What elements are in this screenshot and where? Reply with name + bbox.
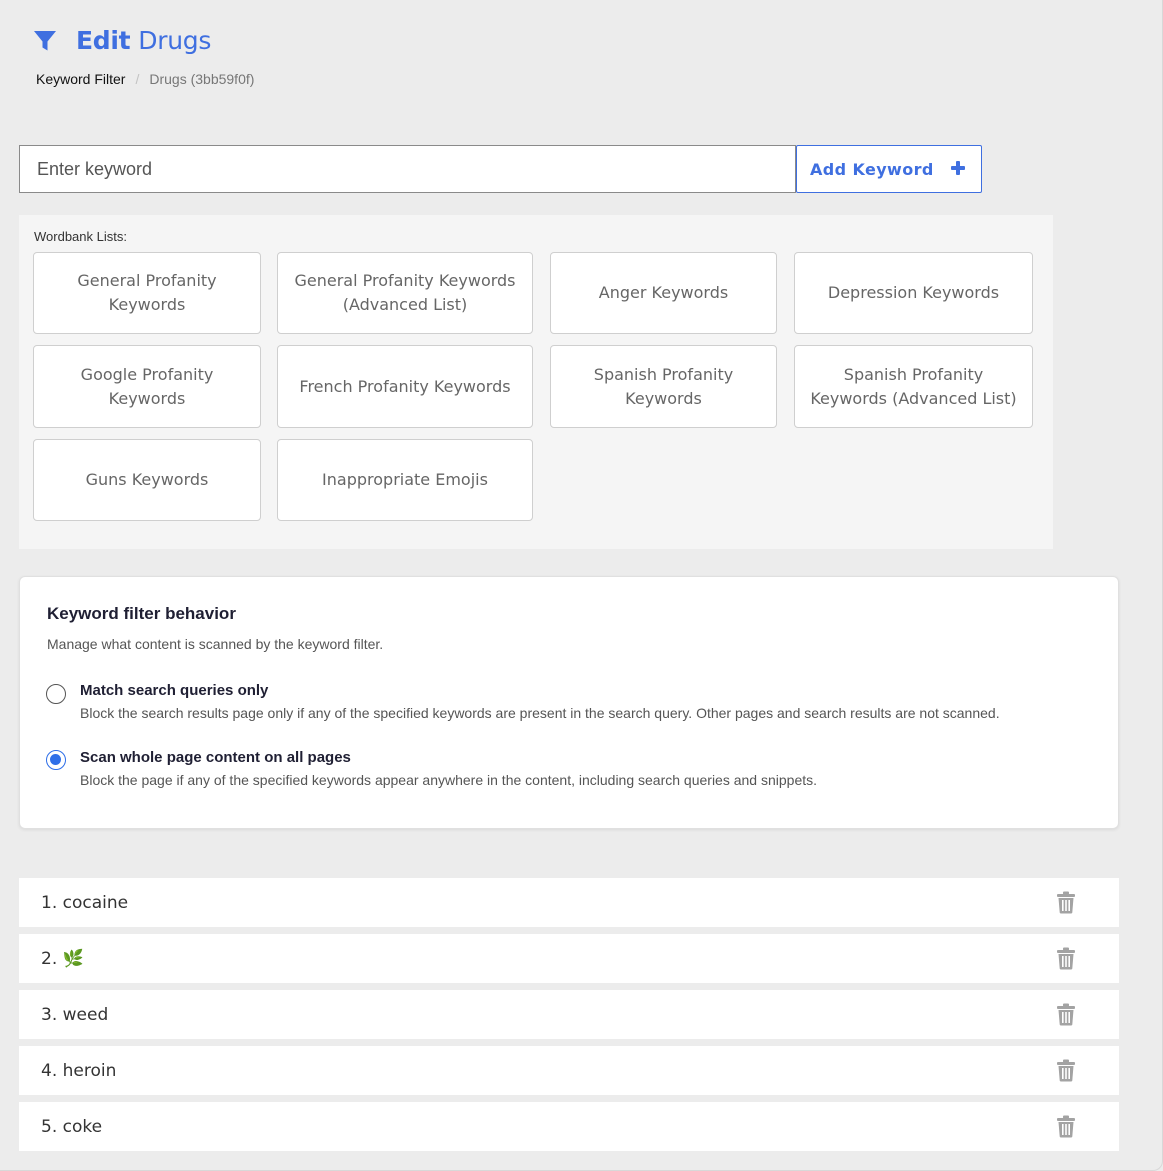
wordbank-item-label: General Profanity Keywords (Advanced Lis… xyxy=(294,271,516,314)
wordbank-depression[interactable]: Depression Keywords xyxy=(794,252,1033,334)
option-match-search-description: Block the search results page only if an… xyxy=(80,705,1000,721)
option-scan-whole-page-title[interactable]: Scan whole page content on all pages xyxy=(80,749,351,766)
page-title: Edit Drugs xyxy=(76,26,211,55)
keyword-row: 3. weed xyxy=(19,990,1119,1039)
page-title-edit: Edit xyxy=(76,26,131,55)
filter-behavior-card: Keyword filter behavior Manage what cont… xyxy=(19,576,1119,829)
trash-icon[interactable] xyxy=(1056,947,1076,970)
keyword-row: 1. cocaine xyxy=(19,878,1119,927)
page-header: Edit Drugs xyxy=(32,26,211,55)
wordbank-anger[interactable]: Anger Keywords xyxy=(550,252,777,334)
add-keyword-button[interactable]: Add Keyword xyxy=(796,145,982,193)
wordbank-inappropriate-emojis[interactable]: Inappropriate Emojis xyxy=(277,439,533,521)
breadcrumb-current: Drugs (3bb59f0f) xyxy=(149,71,255,87)
option-match-search-title[interactable]: Match search queries only xyxy=(80,682,268,699)
keyword-input[interactable] xyxy=(19,145,796,193)
radio-match-search-queries[interactable] xyxy=(46,684,66,704)
wordbank-french-profanity[interactable]: French Profanity Keywords xyxy=(277,345,533,428)
radio-scan-whole-page[interactable] xyxy=(46,750,66,770)
wordbank-item-label: French Profanity Keywords xyxy=(299,376,511,396)
keyword-text: 2. 🌿 xyxy=(41,948,84,969)
wordbank-spanish-profanity[interactable]: Spanish Profanity Keywords xyxy=(550,345,777,428)
filter-icon xyxy=(32,27,60,55)
wordbank-item-label: Depression Keywords xyxy=(827,283,1000,302)
wordbank-item-label: Google Profanity Keywords xyxy=(80,364,214,408)
wordbank-item-label: Anger Keywords xyxy=(598,283,729,302)
wordbank-item-label: Guns Keywords xyxy=(85,470,209,489)
add-keyword-label: Add Keyword xyxy=(810,159,934,179)
wordbank-general-profanity-advanced[interactable]: General Profanity Keywords (Advanced Lis… xyxy=(277,252,533,334)
wordbank-spanish-profanity-advanced[interactable]: Spanish Profanity Keywords (Advanced Lis… xyxy=(794,345,1033,428)
trash-icon[interactable] xyxy=(1056,1003,1076,1026)
wordbank-label: Wordbank Lists: xyxy=(34,229,127,244)
page-title-name: Drugs xyxy=(138,26,212,55)
behavior-title: Keyword filter behavior xyxy=(47,604,236,623)
keyword-row: 5. coke xyxy=(19,1102,1119,1151)
wordbank-panel: Wordbank Lists: General Profanity Keywor… xyxy=(19,215,1053,549)
keyword-text: 5. coke xyxy=(41,1116,103,1137)
keyword-row: 4. heroin xyxy=(19,1046,1119,1095)
keyword-row: 2. 🌿 xyxy=(19,934,1119,983)
breadcrumb-keyword-filter[interactable]: Keyword Filter xyxy=(36,71,125,87)
wordbank-guns[interactable]: Guns Keywords xyxy=(33,439,261,521)
keyword-text: 3. weed xyxy=(41,1004,109,1025)
wordbank-general-profanity[interactable]: General Profanity Keywords xyxy=(33,252,261,334)
wordbank-item-label: General Profanity Keywords xyxy=(77,271,217,314)
wordbank-item-label: Spanish Profanity Keywords (Advanced Lis… xyxy=(810,364,1017,408)
keyword-text: 1. cocaine xyxy=(41,892,129,913)
breadcrumb-separator: / xyxy=(135,71,140,87)
plus-icon xyxy=(950,160,966,176)
keyword-text: 4. heroin xyxy=(41,1060,117,1081)
wordbank-item-label: Inappropriate Emojis xyxy=(322,470,488,489)
option-scan-whole-page-description: Block the page if any of the specified k… xyxy=(80,772,818,788)
trash-icon[interactable] xyxy=(1056,891,1076,914)
trash-icon[interactable] xyxy=(1056,1115,1076,1138)
breadcrumb: Keyword Filter / Drugs (3bb59f0f) xyxy=(36,71,254,87)
trash-icon[interactable] xyxy=(1056,1059,1076,1082)
wordbank-google-profanity[interactable]: Google Profanity Keywords xyxy=(33,345,261,428)
wordbank-item-label: Spanish Profanity Keywords xyxy=(593,364,734,408)
behavior-description: Manage what content is scanned by the ke… xyxy=(47,636,384,652)
